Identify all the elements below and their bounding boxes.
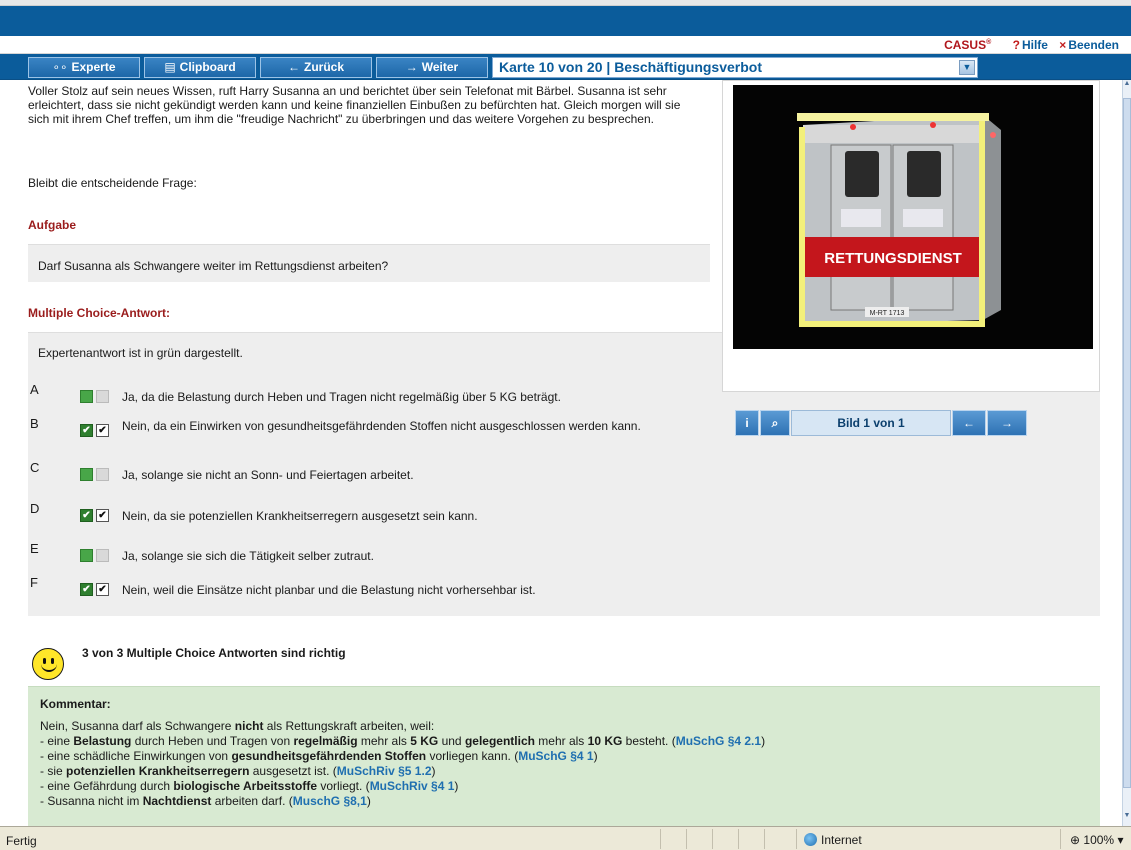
option-text: Ja, solange sie sich die Tätigkeit selbe… bbox=[122, 549, 374, 563]
task-box: Darf Susanna als Schwangere weiter im Re… bbox=[28, 244, 710, 282]
comment-line: - eine Belastung durch Heben und Tragen … bbox=[40, 734, 766, 748]
scroll-up-icon[interactable]: ▲ bbox=[1123, 80, 1131, 94]
chevron-down-icon: ▾ bbox=[1117, 833, 1124, 847]
expert-checkbox: ✔ bbox=[80, 424, 93, 437]
zoom-button[interactable]: ⌕ bbox=[760, 410, 790, 436]
intro-text: Voller Stolz auf sein neues Wissen, ruft… bbox=[28, 84, 681, 126]
back-button[interactable]: ← Zurück bbox=[260, 57, 372, 78]
card-select[interactable]: Karte 10 von 20 | Beschäftigungsverbot ▼ bbox=[492, 57, 978, 78]
status-text: Fertig bbox=[6, 834, 37, 848]
prev-image-button[interactable]: ← bbox=[952, 410, 986, 436]
expert-checkbox bbox=[80, 390, 93, 403]
ambulance-photo[interactable]: RETTUNGSDIENST M-RT 1713 bbox=[733, 85, 1093, 349]
law-reference-link[interactable]: MuSchRiv §4 1 bbox=[370, 779, 455, 793]
option-text: Ja, solange sie nicht an Sonn- und Feier… bbox=[122, 468, 414, 482]
expert-checkbox bbox=[80, 468, 93, 481]
law-reference-link[interactable]: MuschG §8,1 bbox=[293, 794, 367, 808]
next-button[interactable]: → Weiter bbox=[376, 57, 488, 78]
brand-bar: CASUS® ? Hilfe × Beenden bbox=[0, 36, 1131, 54]
task-text: Darf Susanna als Schwangere weiter im Re… bbox=[38, 259, 389, 273]
law-reference-link[interactable]: MuSchG §4 2.1 bbox=[676, 734, 761, 748]
answer-checkbox[interactable]: ✔ bbox=[96, 424, 109, 437]
arrow-right-icon: → bbox=[1001, 416, 1013, 430]
arrow-left-icon: ← bbox=[963, 416, 975, 430]
smiley-icon bbox=[32, 648, 64, 680]
license-plate: M-RT 1713 bbox=[870, 310, 905, 317]
chevron-down-icon[interactable]: ▼ bbox=[959, 60, 975, 75]
option-text: Nein, da sie potenziellen Krankheitserre… bbox=[122, 509, 478, 523]
law-reference-link[interactable]: MuSchG §4 1 bbox=[518, 749, 593, 763]
help-link[interactable]: ? Hilfe bbox=[1013, 38, 1048, 52]
option-letter: A bbox=[30, 382, 39, 397]
comment-line: - Susanna nicht im Nachtdienst arbeiten … bbox=[40, 794, 371, 808]
scrollbar-thumb[interactable] bbox=[1123, 98, 1131, 788]
comment-line: - sie potenziellen Krankheitserregern au… bbox=[40, 764, 436, 778]
expert-note: Expertenantwort ist in grün dargestellt. bbox=[38, 346, 243, 360]
quit-link[interactable]: × Beenden bbox=[1059, 38, 1119, 52]
result-text: 3 von 3 Multiple Choice Antworten sind r… bbox=[82, 646, 346, 660]
law-reference-link[interactable]: MuSchRiv §5 1.2 bbox=[337, 764, 432, 778]
option-text: Nein, da ein Einwirken von gesundheitsge… bbox=[122, 419, 641, 433]
clipboard-icon: ▤ bbox=[164, 60, 176, 74]
expert-checkbox: ✔ bbox=[80, 509, 93, 522]
option-letter: E bbox=[30, 541, 39, 556]
comment-heading: Kommentar: bbox=[40, 697, 111, 711]
info-button[interactable]: i bbox=[735, 410, 759, 436]
image-counter: Bild 1 von 1 bbox=[791, 410, 951, 436]
image-panel: RETTUNGSDIENST M-RT 1713 bbox=[722, 80, 1100, 392]
option-letter: F bbox=[30, 575, 38, 590]
option-text: Ja, da die Belastung durch Heben und Tra… bbox=[122, 390, 561, 404]
zoom-level[interactable]: ⊕ 100% ▾ bbox=[1070, 833, 1123, 847]
vertical-scrollbar[interactable]: ▲ ▼ bbox=[1122, 80, 1131, 826]
question-icon: ? bbox=[1012, 38, 1020, 52]
answer-checkbox[interactable] bbox=[96, 390, 109, 403]
magnifier-icon: ⊕ bbox=[1070, 833, 1081, 847]
option-letter: C bbox=[30, 460, 40, 475]
option-letter: B bbox=[30, 416, 39, 431]
answer-checkbox[interactable]: ✔ bbox=[96, 509, 109, 522]
option-letter: D bbox=[30, 501, 40, 516]
question-lead: Bleibt die entscheidende Frage: bbox=[28, 176, 197, 190]
scroll-down-icon[interactable]: ▼ bbox=[1123, 812, 1131, 826]
result-row: 3 von 3 Multiple Choice Antworten sind r… bbox=[28, 636, 728, 680]
expert-button[interactable]: ∘∘ Experte bbox=[28, 57, 140, 78]
comment-line: - eine schädliche Einwirkungen von gesun… bbox=[40, 749, 598, 763]
expert-checkbox bbox=[80, 549, 93, 562]
mc-heading: Multiple Choice-Antwort: bbox=[28, 306, 170, 320]
app-banner bbox=[0, 6, 1131, 36]
search-icon: ⌕ bbox=[771, 416, 779, 430]
casus-logo: CASUS® bbox=[944, 38, 992, 52]
clipboard-button[interactable]: ▤ Clipboard bbox=[144, 57, 256, 78]
next-image-button[interactable]: → bbox=[987, 410, 1027, 436]
answer-checkbox[interactable]: ✔ bbox=[96, 583, 109, 596]
task-heading: Aufgabe bbox=[28, 218, 76, 232]
option-text: Nein, weil die Einsätze nicht planbar un… bbox=[122, 583, 536, 597]
answer-checkbox[interactable] bbox=[96, 549, 109, 562]
arrow-left-icon: ← bbox=[287, 60, 300, 74]
comment-line: Nein, Susanna darf als Schwangere nicht … bbox=[40, 719, 435, 733]
globe-icon bbox=[804, 833, 817, 846]
card-content: Voller Stolz auf sein neues Wissen, ruft… bbox=[0, 80, 1122, 826]
expert-checkbox: ✔ bbox=[80, 583, 93, 596]
expert-icon: ∘∘ bbox=[52, 60, 68, 74]
comment-line: - eine Gefährdung durch biologische Arbe… bbox=[40, 779, 459, 793]
status-bar: Fertig Internet ⊕ 100% ▾ bbox=[0, 826, 1131, 850]
info-icon: i bbox=[745, 416, 749, 430]
answer-checkbox[interactable] bbox=[96, 468, 109, 481]
vehicle-label: RETTUNGSDIENST bbox=[824, 250, 962, 267]
arrow-right-icon: → bbox=[405, 60, 418, 74]
security-zone: Internet bbox=[804, 833, 862, 847]
navigation-toolbar: ∘∘ Experte ▤ Clipboard ← Zurück → Weiter Kar… bbox=[0, 54, 1131, 80]
close-icon: × bbox=[1059, 38, 1067, 52]
comment-box: Kommentar: Nein, Susanna darf als Schwan… bbox=[28, 686, 1100, 826]
